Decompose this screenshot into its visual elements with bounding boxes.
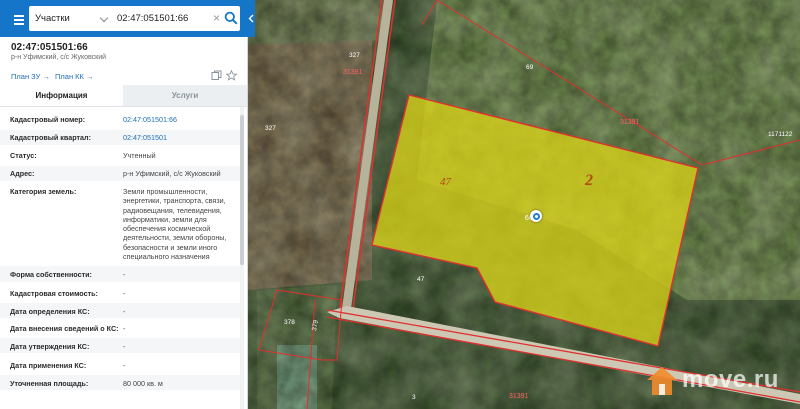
map-label: 3	[412, 394, 416, 401]
info-row: Дата утверждения КС: -	[0, 338, 240, 353]
info-value: Земли промышленности, энергетики, трансп…	[123, 187, 227, 262]
info-row: Адрес: р-н Уфимский, с/с Жуковский	[0, 166, 240, 181]
layer-select[interactable]: Участки	[29, 6, 113, 31]
search-icon[interactable]	[224, 11, 238, 25]
info-value: -	[123, 342, 126, 351]
menu-icon[interactable]	[9, 9, 29, 29]
object-subtitle: р-н Уфимский, с/с Жуковский	[11, 54, 107, 61]
star-icon[interactable]	[226, 70, 237, 81]
info-label: Дата применения КС:	[10, 361, 87, 370]
house-icon	[647, 367, 677, 395]
info-label: Форма собственности:	[10, 270, 92, 279]
close-icon[interactable]: ×	[213, 12, 223, 24]
plan-zu-link[interactable]: План ЗУ →	[11, 72, 50, 81]
info-row: Дата применения КС: -	[0, 357, 240, 372]
info-label: Дата внесения сведений о КС:	[10, 324, 119, 333]
info-row: Категория земель: Земли промышленности, …	[0, 184, 240, 266]
map-label: 31391	[620, 119, 640, 126]
map-label: 378	[284, 319, 295, 326]
map-label: 327	[349, 52, 360, 59]
parcel-label: 2	[585, 172, 593, 189]
info-value: -	[123, 307, 126, 316]
map-view[interactable]: 47 2 66 327 31391 69 1171122 327 31391 4…	[247, 0, 800, 409]
info-label: Категория земель:	[10, 187, 77, 196]
info-value: 80 000 кв. м	[123, 379, 163, 388]
map-label: 327	[265, 125, 276, 132]
map-label: 69	[526, 64, 534, 71]
info-label: Уточненная площадь:	[10, 379, 89, 388]
map-label: 1171122	[768, 131, 793, 138]
info-value: -	[123, 361, 126, 370]
search-bar: Участки ×	[0, 0, 247, 37]
watermark-text: move.ru	[682, 366, 779, 393]
info-value: Учтенный	[123, 151, 156, 160]
tab-bar: Информация Услуги	[0, 85, 247, 107]
info-label: Кадастровая стоимость:	[10, 289, 98, 298]
info-row: Кадастровая стоимость: -	[0, 285, 240, 300]
map-label: 31391	[509, 393, 529, 400]
chevron-down-icon	[99, 13, 109, 23]
tab-info[interactable]: Информация	[0, 85, 123, 106]
info-label: Статус:	[10, 151, 37, 160]
info-row: Дата определения КС: -	[0, 303, 240, 318]
info-value: -	[123, 324, 126, 333]
info-value: -	[123, 270, 126, 279]
scrollbar-thumb[interactable]	[240, 115, 244, 265]
scrollbar[interactable]	[240, 107, 244, 409]
info-value-link[interactable]: 02:47:051501:66	[123, 115, 235, 124]
search-box: Участки ×	[29, 6, 240, 31]
search-input[interactable]	[113, 6, 217, 31]
satellite-map	[247, 0, 800, 409]
info-row: Дата внесения сведений о КС: -	[0, 320, 240, 335]
info-label: Кадастровый квартал:	[10, 133, 91, 142]
info-row: Кадастровый квартал: 02:47:051501	[0, 130, 240, 145]
watermark-logo: move.ru	[645, 360, 795, 405]
info-row: Кадастровый номер: 02:47:051501:66	[0, 112, 240, 127]
plan-kk-link[interactable]: План КК →	[55, 72, 94, 81]
info-row: Статус: Учтенный	[0, 148, 240, 163]
info-label: Кадастровый номер:	[10, 115, 86, 124]
chevron-left-icon	[248, 14, 254, 23]
parcel-label: 47	[440, 176, 451, 188]
info-row: Уточненная площадь: 80 000 кв. м	[0, 375, 240, 390]
tab-services[interactable]: Услуги	[123, 85, 247, 106]
map-label: 47	[417, 276, 425, 283]
collapse-panel-button[interactable]	[247, 0, 255, 37]
copy-icon[interactable]	[211, 70, 222, 81]
info-label: Дата определения КС:	[10, 307, 90, 316]
info-label: Дата утверждения КС:	[10, 342, 90, 351]
info-value: р-н Уфимский, с/с Жуковский	[123, 169, 221, 178]
info-label: Адрес:	[10, 169, 35, 178]
info-value: -	[123, 289, 126, 298]
location-marker-icon[interactable]	[530, 210, 542, 222]
layer-select-value: Участки	[35, 13, 70, 24]
info-panel: Участки × 02:47:051501:66 р-н Уфимский, …	[0, 0, 248, 409]
info-value-link[interactable]: 02:47:051501	[123, 133, 235, 142]
map-label: 31391	[343, 69, 363, 76]
page-title: 02:47:051501:66	[11, 42, 88, 53]
info-row: Форма собственности: -	[0, 266, 240, 282]
